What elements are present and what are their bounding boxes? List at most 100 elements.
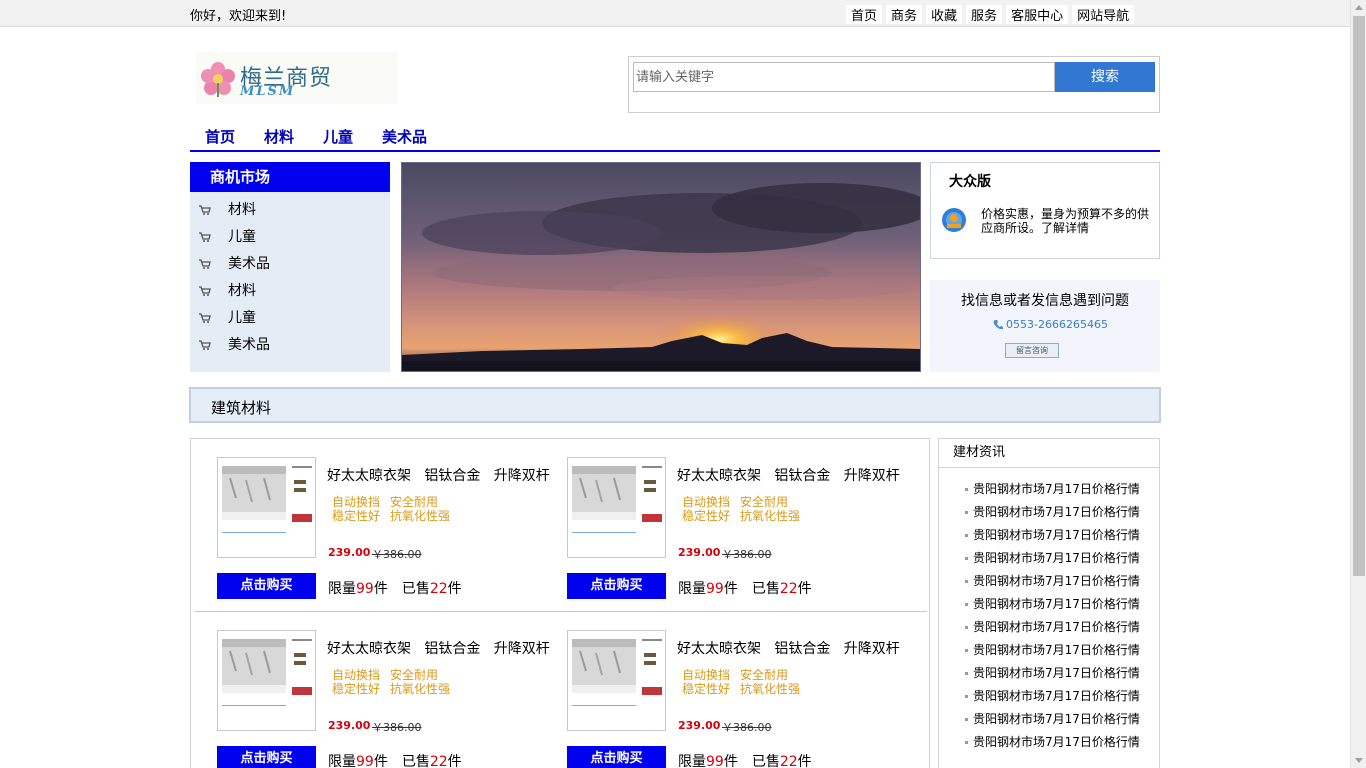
- top-nav-business[interactable]: 商务: [886, 5, 923, 24]
- promo-title: 大众版: [949, 174, 991, 190]
- help-box: 找信息或者发信息遇到问题 0553-2666265465 留言咨询: [930, 280, 1160, 372]
- news-item[interactable]: 贵阳钢材市场7月17日价格行情: [939, 572, 1159, 595]
- product-name[interactable]: 好太太晾衣架 铝钛合金 升降双杆: [677, 465, 900, 485]
- product-feature: 自动换挡: [332, 495, 381, 509]
- product-name[interactable]: 好太太晾衣架 铝钛合金 升降双杆: [327, 638, 550, 658]
- main-nav-children[interactable]: 儿童: [323, 126, 353, 148]
- section-bar: 建筑材料: [189, 387, 1161, 423]
- main-nav-art[interactable]: 美术品: [382, 126, 427, 148]
- search-box: 搜索: [628, 56, 1160, 113]
- product-feature: 安全耐用: [390, 495, 439, 509]
- product-panel: 好太太晾衣架 铝钛合金 升降双杆 自动换挡 安全耐用 稳定性好 抗氧化性强 239.…: [190, 438, 930, 768]
- news-item[interactable]: 贵阳钢材市场7月17日价格行情: [939, 733, 1159, 756]
- product-price: 239.00: [678, 719, 721, 732]
- sold-count: 22: [779, 754, 798, 768]
- product-thumbnail[interactable]: [217, 457, 316, 558]
- main-nav-materials[interactable]: 材料: [264, 126, 294, 148]
- product-features: 自动换挡 安全耐用 稳定性好 抗氧化性强: [682, 668, 810, 696]
- top-nav-customer-center[interactable]: 客服中心: [1006, 5, 1069, 24]
- product-old-price: ￥386.00: [372, 548, 422, 561]
- buy-button[interactable]: 点击购买: [567, 573, 666, 599]
- product-old-price: ￥386.00: [722, 721, 772, 734]
- news-item[interactable]: 贵阳钢材市场7月17日价格行情: [939, 480, 1159, 503]
- buy-button[interactable]: 点击购买: [567, 746, 666, 768]
- product-feature: 安全耐用: [740, 668, 789, 682]
- scrollbar-thumb[interactable]: [1353, 16, 1365, 576]
- product-image: [222, 466, 312, 533]
- scroll-up-arrow-icon[interactable]: [1355, 5, 1363, 10]
- product-thumbnail[interactable]: [567, 630, 666, 731]
- site-logo[interactable]: 梅兰商贸 MLSM: [196, 52, 398, 104]
- product-card: 好太太晾衣架 铝钛合金 升降双杆 自动换挡 安全耐用 稳定性好 抗氧化性强 239.…: [217, 457, 557, 617]
- bullet-icon: [965, 649, 968, 652]
- buy-button[interactable]: 点击购买: [217, 746, 316, 768]
- category-item-label: 材料: [228, 283, 256, 299]
- news-item-label: 贵阳钢材市场7月17日价格行情: [973, 735, 1140, 749]
- limit-count: 99: [706, 581, 724, 597]
- top-nav-home[interactable]: 首页: [846, 5, 883, 24]
- sold-unit: 件: [797, 754, 812, 768]
- category-item[interactable]: 材料: [190, 198, 390, 225]
- help-phone[interactable]: 0553-2666265465: [1006, 318, 1108, 331]
- news-item-label: 贵阳钢材市场7月17日价格行情: [973, 597, 1140, 611]
- product-old-price: ￥386.00: [722, 548, 772, 561]
- product-card: 好太太晾衣架 铝钛合金 升降双杆 自动换挡 安全耐用 稳定性好 抗氧化性强 239.…: [217, 630, 557, 768]
- leave-message-button[interactable]: 留言咨询: [1005, 343, 1059, 358]
- cart-icon: [199, 205, 211, 215]
- news-panel: 建材资讯 贵阳钢材市场7月17日价格行情 贵阳钢材市场7月17日价格行情 贵阳钢…: [938, 438, 1160, 768]
- banner-picture: [402, 163, 920, 371]
- news-item-label: 贵阳钢材市场7月17日价格行情: [973, 528, 1140, 542]
- category-item-label: 材料: [228, 202, 256, 218]
- promo-desc[interactable]: 价格实惠，量身为预算不多的供应商所设。了解详情: [981, 207, 1151, 235]
- logo-sub: MLSM: [240, 84, 296, 99]
- category-item[interactable]: 材料: [190, 279, 390, 306]
- news-item[interactable]: 贵阳钢材市场7月17日价格行情: [939, 595, 1159, 618]
- news-item[interactable]: 贵阳钢材市场7月17日价格行情: [939, 664, 1159, 687]
- product-stock: 限量99件 已售22件: [328, 751, 462, 768]
- news-item[interactable]: 贵阳钢材市场7月17日价格行情: [939, 526, 1159, 549]
- limit-unit: 件: [373, 581, 388, 597]
- search-input[interactable]: [633, 62, 1055, 92]
- bullet-icon: [965, 626, 968, 629]
- product-image: [572, 466, 662, 533]
- top-nav: 首页 商务 收藏 服务 客服中心 网站导航: [846, 5, 1138, 24]
- product-features: 自动换挡 安全耐用 稳定性好 抗氧化性强: [682, 495, 810, 523]
- category-item[interactable]: 美术品: [190, 252, 390, 279]
- product-name[interactable]: 好太太晾衣架 铝钛合金 升降双杆: [327, 465, 550, 485]
- category-item-label: 儿童: [228, 229, 256, 245]
- category-item[interactable]: 儿童: [190, 306, 390, 333]
- news-item[interactable]: 贵阳钢材市场7月17日价格行情: [939, 549, 1159, 572]
- top-nav-site-map[interactable]: 网站导航: [1072, 5, 1135, 24]
- category-item[interactable]: 儿童: [190, 225, 390, 252]
- sold-count: 22: [779, 581, 798, 597]
- product-feature: 抗氧化性强: [740, 509, 801, 523]
- product-feature: 抗氧化性强: [740, 682, 801, 696]
- bullet-icon: [965, 488, 968, 491]
- news-item[interactable]: 贵阳钢材市场7月17日价格行情: [939, 618, 1159, 641]
- news-item[interactable]: 贵阳钢材市场7月17日价格行情: [939, 687, 1159, 710]
- news-item[interactable]: 贵阳钢材市场7月17日价格行情: [939, 641, 1159, 664]
- product-thumbnail[interactable]: [567, 457, 666, 558]
- product-name[interactable]: 好太太晾衣架 铝钛合金 升降双杆: [677, 638, 900, 658]
- news-item[interactable]: 贵阳钢材市场7月17日价格行情: [939, 710, 1159, 733]
- sold-label: 已售: [401, 754, 430, 768]
- vertical-scrollbar[interactable]: [1350, 0, 1366, 768]
- buy-button[interactable]: 点击购买: [217, 573, 316, 599]
- main-nav-home[interactable]: 首页: [205, 126, 235, 148]
- news-title: 建材资讯: [939, 439, 1159, 468]
- product-thumbnail[interactable]: [217, 630, 316, 731]
- news-item-label: 贵阳钢材市场7月17日价格行情: [973, 666, 1140, 680]
- category-item[interactable]: 美术品: [190, 333, 390, 360]
- cart-icon: [199, 340, 211, 350]
- scroll-down-arrow-icon[interactable]: [1355, 758, 1363, 763]
- sold-label: 已售: [751, 581, 780, 597]
- product-image: [222, 639, 312, 706]
- promo-box: 大众版 价格实惠，量身为预算不多的供应商所设。了解详情: [930, 162, 1160, 259]
- sunset-banner-image[interactable]: [401, 162, 921, 372]
- search-button[interactable]: 搜索: [1055, 62, 1155, 92]
- top-nav-service[interactable]: 服务: [966, 5, 1003, 24]
- top-nav-favorites[interactable]: 收藏: [926, 5, 963, 24]
- cart-icon: [199, 259, 211, 269]
- news-item[interactable]: 贵阳钢材市场7月17日价格行情: [939, 503, 1159, 526]
- sold-count: 22: [429, 754, 448, 768]
